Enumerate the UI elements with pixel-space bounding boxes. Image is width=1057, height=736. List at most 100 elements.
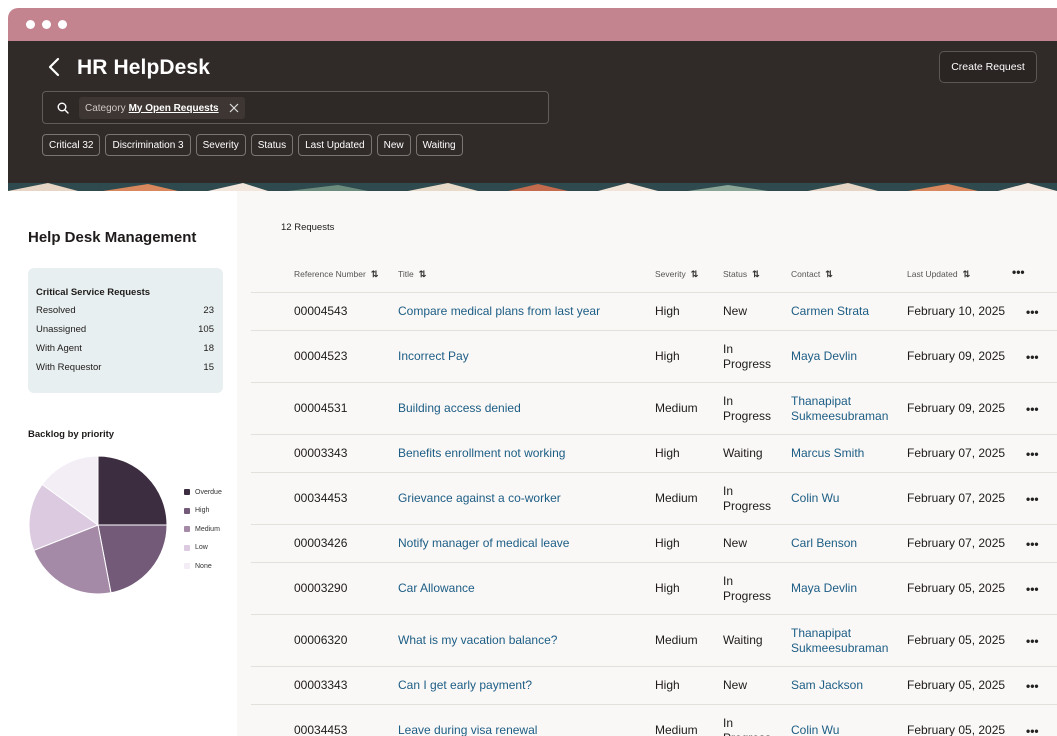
contact-link[interactable]: Colin Wu	[791, 705, 901, 736]
contact-link[interactable]: Carmen Strata	[791, 293, 901, 330]
last-updated-cell: February 07, 2025	[907, 446, 1006, 460]
more-options-icon[interactable]: •••	[1012, 265, 1025, 279]
close-icon[interactable]	[229, 103, 239, 113]
card-row-value: 23	[203, 305, 214, 316]
column-header-contact[interactable]: Contact ⇅	[791, 269, 833, 280]
contact-link[interactable]: Maya Devlin	[791, 331, 901, 382]
filter-new[interactable]: New	[376, 134, 411, 156]
card-row-label: With Agent	[36, 343, 82, 354]
filter-critical[interactable]: Critical 32	[42, 134, 101, 156]
table-row[interactable]: 00003343 Benefits enrollment not working H…	[251, 435, 1057, 473]
title-link[interactable]: What is my vacation balance?	[398, 615, 648, 666]
search-bar[interactable]: Category My Open Requests	[42, 91, 549, 124]
reference-number-cell: 00003343	[294, 678, 348, 692]
contact-link[interactable]: Carl Benson	[791, 525, 901, 562]
backlog-title: Backlog by priority	[28, 429, 115, 440]
critical-requests-card: Critical Service Requests Resolved 23 Un…	[28, 268, 223, 393]
title-link[interactable]: Notify manager of medical leave	[398, 525, 648, 562]
row-actions-icon[interactable]: •••	[1026, 435, 1039, 472]
title-link[interactable]: Can I get early payment?	[398, 667, 648, 704]
severity-cell: Medium	[655, 723, 698, 736]
last-updated-cell: February 05, 2025	[907, 581, 1006, 595]
contact-link[interactable]: Marcus Smith	[791, 435, 901, 472]
column-header-last-updated[interactable]: Last Updated ⇅	[907, 269, 970, 280]
severity-cell: High	[655, 678, 680, 692]
title-link[interactable]: Grievance against a co-worker	[398, 473, 648, 524]
window-dot[interactable]	[58, 20, 67, 29]
back-arrow-icon[interactable]	[46, 55, 64, 79]
table-row[interactable]: 00034453 Leave during visa renewal Medium I…	[251, 705, 1057, 736]
row-actions-icon[interactable]: •••	[1026, 615, 1039, 666]
contact-link[interactable]: Maya Devlin	[791, 563, 901, 614]
row-actions-icon[interactable]: •••	[1026, 383, 1039, 434]
sort-icon[interactable]: ⇅	[419, 269, 427, 279]
row-actions-icon[interactable]: •••	[1026, 667, 1039, 704]
sort-icon[interactable]: ⇅	[371, 269, 379, 279]
row-actions-icon[interactable]: •••	[1026, 473, 1039, 524]
title-link[interactable]: Benefits enrollment not working	[398, 435, 648, 472]
table-row[interactable]: 00003290 Car Allowance High In Progress Maya…	[251, 563, 1057, 615]
contact-link[interactable]: Sam Jackson	[791, 667, 901, 704]
severity-cell: Medium	[655, 491, 698, 505]
contact-link[interactable]: Thanapipat Sukmeesubraman	[791, 383, 901, 434]
sort-icon[interactable]: ⇅	[963, 269, 971, 279]
row-actions-icon[interactable]: •••	[1026, 331, 1039, 382]
filter-discrimination[interactable]: Discrimination 3	[105, 134, 191, 156]
column-header-severity[interactable]: Severity ⇅	[655, 269, 698, 280]
table-row[interactable]: 00004531 Building access denied Medium In P…	[251, 383, 1057, 435]
card-row-value: 15	[203, 362, 214, 373]
column-header-status[interactable]: Status ⇅	[723, 269, 760, 280]
filter-severity[interactable]: Severity	[195, 134, 246, 156]
title-link[interactable]: Leave during visa renewal	[398, 705, 648, 736]
title-link[interactable]: Compare medical plans from last year	[398, 293, 648, 330]
table-row[interactable]: 00004543 Compare medical plans from last …	[251, 293, 1057, 331]
table-row[interactable]: 00003343 Can I get early payment? High New S…	[251, 667, 1057, 705]
column-header-reference[interactable]: Reference Number ⇅	[294, 269, 378, 280]
sort-icon[interactable]: ⇅	[825, 269, 833, 279]
table-row[interactable]: 00034453 Grievance against a co-worker Med…	[251, 473, 1057, 525]
card-row: With Agent 18	[36, 343, 214, 354]
contact-link[interactable]: Thanapipat Sukmeesubraman	[791, 615, 901, 666]
severity-cell: Medium	[655, 633, 698, 647]
title-link[interactable]: Incorrect Pay	[398, 331, 648, 382]
reference-number-cell: 00006320	[294, 633, 348, 647]
last-updated-cell: February 05, 2025	[907, 678, 1006, 692]
severity-cell: High	[655, 349, 680, 363]
chip-value[interactable]: My Open Requests	[129, 103, 219, 114]
row-actions-icon[interactable]: •••	[1026, 525, 1039, 562]
legend-label: Medium	[195, 525, 220, 533]
create-request-button[interactable]: Create Request	[939, 51, 1037, 83]
card-row-label: With Requestor	[36, 362, 102, 373]
row-actions-icon[interactable]: •••	[1026, 293, 1039, 330]
filter-waiting[interactable]: Waiting	[415, 134, 463, 156]
sort-icon[interactable]: ⇅	[691, 269, 699, 279]
table-row[interactable]: 00006320 What is my vacation balance? Medi…	[251, 615, 1057, 667]
window-dot[interactable]	[26, 20, 35, 29]
table-header: Reference Number ⇅ Title ⇅ Severity ⇅ Statu…	[251, 255, 1057, 293]
row-actions-icon[interactable]: •••	[1026, 563, 1039, 614]
status-cell: In Progress	[723, 573, 772, 603]
table-row[interactable]: 00004523 Incorrect Pay High In Progress Maya…	[251, 331, 1057, 383]
page-title: HR HelpDesk	[77, 56, 210, 79]
filter-status[interactable]: Status	[250, 134, 294, 156]
status-cell: In Progress	[723, 341, 772, 371]
column-header-title[interactable]: Title ⇅	[398, 269, 426, 280]
last-updated-cell: February 09, 2025	[907, 401, 1006, 415]
window-dot[interactable]	[42, 20, 51, 29]
row-actions-icon[interactable]: •••	[1026, 705, 1039, 736]
filter-last-updated[interactable]: Last Updated	[298, 134, 372, 156]
reference-number-cell: 00004523	[294, 349, 348, 363]
chart-legend: Overdue High Medium Low None	[184, 483, 222, 576]
last-updated-cell: February 09, 2025	[907, 349, 1006, 363]
category-filter-chip[interactable]: Category My Open Requests	[79, 97, 245, 119]
legend-item: Overdue	[184, 483, 222, 502]
card-title: Critical Service Requests	[36, 287, 151, 298]
pie-slice-overdue[interactable]	[97, 455, 168, 526]
sort-icon[interactable]: ⇅	[752, 269, 760, 279]
legend-item: Low	[184, 539, 222, 558]
title-link[interactable]: Building access denied	[398, 383, 648, 434]
title-link[interactable]: Car Allowance	[398, 563, 648, 614]
contact-link[interactable]: Colin Wu	[791, 473, 901, 524]
table-row[interactable]: 00003426 Notify manager of medical leave H…	[251, 525, 1057, 563]
reference-number-cell: 00003343	[294, 446, 348, 460]
